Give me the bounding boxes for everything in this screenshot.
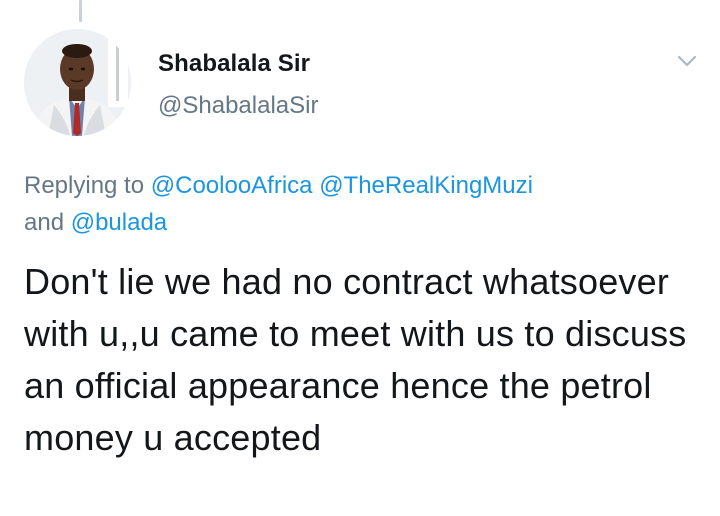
reply-prefix: Replying to — [24, 172, 145, 199]
avatar[interactable] — [24, 29, 131, 136]
author-display-name[interactable]: Shabalala Sir — [158, 50, 310, 78]
chevron-down-icon[interactable] — [674, 48, 700, 74]
mention-link[interactable]: @CoolooAfrica — [151, 172, 313, 199]
profile-photo — [24, 29, 131, 136]
tweet-text: Don't lie we had no contract whatsoever … — [24, 261, 687, 458]
author-handle[interactable]: @ShabalalaSir — [158, 92, 318, 120]
reply-context: Replying to @CoolooAfrica @TheRealKingMu… — [24, 167, 704, 241]
reply-conjunction: and — [24, 209, 65, 236]
mention-link[interactable]: @bulada — [71, 209, 167, 236]
mention-link[interactable]: @TheRealKingMuzi — [319, 172, 533, 199]
thread-connector-line — [79, 0, 82, 22]
